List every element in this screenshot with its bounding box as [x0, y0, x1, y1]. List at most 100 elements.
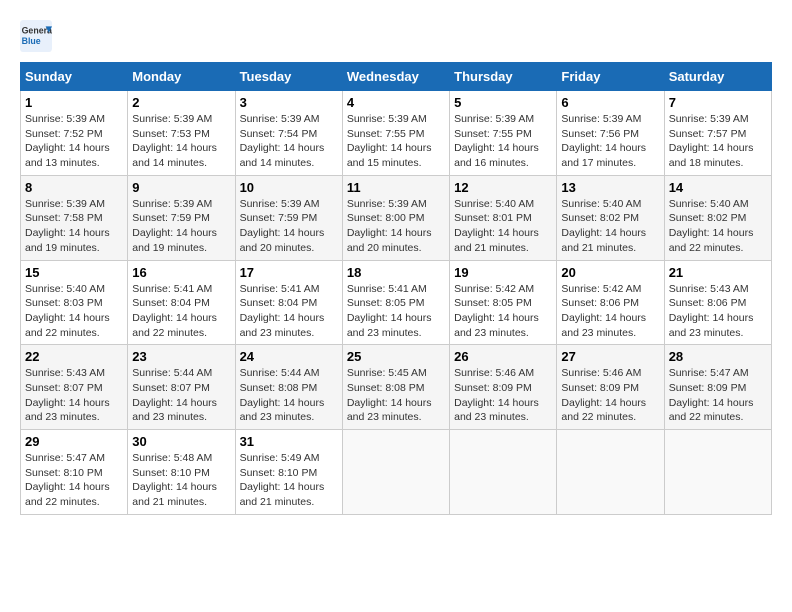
calendar-cell: 17 Sunrise: 5:41 AMSunset: 8:04 PMDayligh… — [235, 260, 342, 345]
day-info: Sunrise: 5:39 AMSunset: 7:59 PMDaylight:… — [132, 197, 230, 256]
day-number: 10 — [240, 180, 338, 195]
day-number: 25 — [347, 349, 445, 364]
day-info: Sunrise: 5:45 AMSunset: 8:08 PMDaylight:… — [347, 366, 445, 425]
svg-text:Blue: Blue — [22, 36, 41, 46]
calendar-cell: 21 Sunrise: 5:43 AMSunset: 8:06 PMDayligh… — [664, 260, 771, 345]
day-number: 2 — [132, 95, 230, 110]
day-info: Sunrise: 5:44 AMSunset: 8:07 PMDaylight:… — [132, 366, 230, 425]
calendar-cell: 9 Sunrise: 5:39 AMSunset: 7:59 PMDaylight… — [128, 175, 235, 260]
calendar-cell: 24 Sunrise: 5:44 AMSunset: 8:08 PMDayligh… — [235, 345, 342, 430]
day-info: Sunrise: 5:44 AMSunset: 8:08 PMDaylight:… — [240, 366, 338, 425]
calendar-cell: 19 Sunrise: 5:42 AMSunset: 8:05 PMDayligh… — [450, 260, 557, 345]
calendar-cell — [557, 430, 664, 515]
day-info: Sunrise: 5:46 AMSunset: 8:09 PMDaylight:… — [561, 366, 659, 425]
day-number: 12 — [454, 180, 552, 195]
day-info: Sunrise: 5:48 AMSunset: 8:10 PMDaylight:… — [132, 451, 230, 510]
calendar-cell: 14 Sunrise: 5:40 AMSunset: 8:02 PMDayligh… — [664, 175, 771, 260]
calendar-cell: 26Sunrise: 5:46 AMSunset: 8:09 PMDayligh… — [450, 345, 557, 430]
day-number: 16 — [132, 265, 230, 280]
day-info: Sunrise: 5:40 AMSunset: 8:01 PMDaylight:… — [454, 197, 552, 256]
day-number: 29 — [25, 434, 123, 449]
calendar-cell: 11 Sunrise: 5:39 AMSunset: 8:00 PMDayligh… — [342, 175, 449, 260]
calendar-cell: 2 Sunrise: 5:39 AMSunset: 7:53 PMDaylight… — [128, 91, 235, 176]
calendar-body: 1Sunrise: 5:39 AMSunset: 7:52 PMDaylight… — [21, 91, 772, 515]
calendar-cell — [664, 430, 771, 515]
calendar-cell: 16 Sunrise: 5:41 AMSunset: 8:04 PMDayligh… — [128, 260, 235, 345]
day-number: 28 — [669, 349, 767, 364]
day-number: 26 — [454, 349, 552, 364]
day-number: 3 — [240, 95, 338, 110]
calendar-cell — [450, 430, 557, 515]
week-row-4: 22Sunrise: 5:43 AMSunset: 8:07 PMDayligh… — [21, 345, 772, 430]
calendar-cell: 3 Sunrise: 5:39 AMSunset: 7:54 PMDaylight… — [235, 91, 342, 176]
day-number: 8 — [25, 180, 123, 195]
day-info: Sunrise: 5:42 AMSunset: 8:05 PMDaylight:… — [454, 282, 552, 341]
header: General Blue — [20, 20, 772, 52]
day-info: Sunrise: 5:47 AMSunset: 8:10 PMDaylight:… — [25, 451, 123, 510]
day-info: Sunrise: 5:39 AMSunset: 7:59 PMDaylight:… — [240, 197, 338, 256]
calendar-cell: 13Sunrise: 5:40 AMSunset: 8:02 PMDayligh… — [557, 175, 664, 260]
col-header-tuesday: Tuesday — [235, 63, 342, 91]
calendar-cell: 28 Sunrise: 5:47 AMSunset: 8:09 PMDayligh… — [664, 345, 771, 430]
day-number: 17 — [240, 265, 338, 280]
day-info: Sunrise: 5:43 AMSunset: 8:06 PMDaylight:… — [669, 282, 767, 341]
calendar-cell: 20 Sunrise: 5:42 AMSunset: 8:06 PMDayligh… — [557, 260, 664, 345]
day-info: Sunrise: 5:39 AMSunset: 7:58 PMDaylight:… — [25, 197, 123, 256]
day-info: Sunrise: 5:41 AMSunset: 8:04 PMDaylight:… — [240, 282, 338, 341]
day-info: Sunrise: 5:42 AMSunset: 8:06 PMDaylight:… — [561, 282, 659, 341]
col-header-thursday: Thursday — [450, 63, 557, 91]
day-number: 14 — [669, 180, 767, 195]
day-info: Sunrise: 5:41 AMSunset: 8:04 PMDaylight:… — [132, 282, 230, 341]
calendar-cell: 15Sunrise: 5:40 AMSunset: 8:03 PMDayligh… — [21, 260, 128, 345]
day-info: Sunrise: 5:39 AMSunset: 7:55 PMDaylight:… — [347, 112, 445, 171]
day-number: 21 — [669, 265, 767, 280]
col-header-sunday: Sunday — [21, 63, 128, 91]
day-info: Sunrise: 5:47 AMSunset: 8:09 PMDaylight:… — [669, 366, 767, 425]
day-number: 5 — [454, 95, 552, 110]
day-number: 19 — [454, 265, 552, 280]
day-info: Sunrise: 5:39 AMSunset: 7:56 PMDaylight:… — [561, 112, 659, 171]
day-info: Sunrise: 5:39 AMSunset: 8:00 PMDaylight:… — [347, 197, 445, 256]
day-number: 24 — [240, 349, 338, 364]
calendar-cell: 12 Sunrise: 5:40 AMSunset: 8:01 PMDayligh… — [450, 175, 557, 260]
calendar-header: SundayMondayTuesdayWednesdayThursdayFrid… — [21, 63, 772, 91]
day-info: Sunrise: 5:39 AMSunset: 7:54 PMDaylight:… — [240, 112, 338, 171]
day-info: Sunrise: 5:39 AMSunset: 7:53 PMDaylight:… — [132, 112, 230, 171]
day-info: Sunrise: 5:41 AMSunset: 8:05 PMDaylight:… — [347, 282, 445, 341]
week-row-1: 1Sunrise: 5:39 AMSunset: 7:52 PMDaylight… — [21, 91, 772, 176]
day-number: 30 — [132, 434, 230, 449]
week-row-3: 15Sunrise: 5:40 AMSunset: 8:03 PMDayligh… — [21, 260, 772, 345]
col-header-wednesday: Wednesday — [342, 63, 449, 91]
day-number: 6 — [561, 95, 659, 110]
day-number: 11 — [347, 180, 445, 195]
day-info: Sunrise: 5:40 AMSunset: 8:02 PMDaylight:… — [669, 197, 767, 256]
day-number: 18 — [347, 265, 445, 280]
calendar-cell: 8 Sunrise: 5:39 AMSunset: 7:58 PMDaylight… — [21, 175, 128, 260]
week-row-5: 29 Sunrise: 5:47 AMSunset: 8:10 PMDayligh… — [21, 430, 772, 515]
day-info: Sunrise: 5:39 AMSunset: 7:57 PMDaylight:… — [669, 112, 767, 171]
day-number: 27 — [561, 349, 659, 364]
calendar-cell: 10 Sunrise: 5:39 AMSunset: 7:59 PMDayligh… — [235, 175, 342, 260]
calendar-cell: 18 Sunrise: 5:41 AMSunset: 8:05 PMDayligh… — [342, 260, 449, 345]
day-number: 13 — [561, 180, 659, 195]
logo-icon: General Blue — [20, 20, 52, 52]
calendar-cell: 5Sunrise: 5:39 AMSunset: 7:55 PMDaylight… — [450, 91, 557, 176]
col-header-monday: Monday — [128, 63, 235, 91]
calendar-cell: 6 Sunrise: 5:39 AMSunset: 7:56 PMDaylight… — [557, 91, 664, 176]
day-number: 20 — [561, 265, 659, 280]
calendar-cell: 4 Sunrise: 5:39 AMSunset: 7:55 PMDaylight… — [342, 91, 449, 176]
calendar-cell — [342, 430, 449, 515]
day-number: 23 — [132, 349, 230, 364]
col-header-saturday: Saturday — [664, 63, 771, 91]
header-row: SundayMondayTuesdayWednesdayThursdayFrid… — [21, 63, 772, 91]
day-info: Sunrise: 5:49 AMSunset: 8:10 PMDaylight:… — [240, 451, 338, 510]
logo: General Blue — [20, 20, 52, 52]
day-number: 4 — [347, 95, 445, 110]
calendar-cell: 1Sunrise: 5:39 AMSunset: 7:52 PMDaylight… — [21, 91, 128, 176]
week-row-2: 8 Sunrise: 5:39 AMSunset: 7:58 PMDaylight… — [21, 175, 772, 260]
calendar-cell: 30 Sunrise: 5:48 AMSunset: 8:10 PMDayligh… — [128, 430, 235, 515]
day-info: Sunrise: 5:39 AMSunset: 7:52 PMDaylight:… — [25, 112, 123, 171]
calendar-cell: 29 Sunrise: 5:47 AMSunset: 8:10 PMDayligh… — [21, 430, 128, 515]
day-number: 9 — [132, 180, 230, 195]
calendar-table: SundayMondayTuesdayWednesdayThursdayFrid… — [20, 62, 772, 515]
